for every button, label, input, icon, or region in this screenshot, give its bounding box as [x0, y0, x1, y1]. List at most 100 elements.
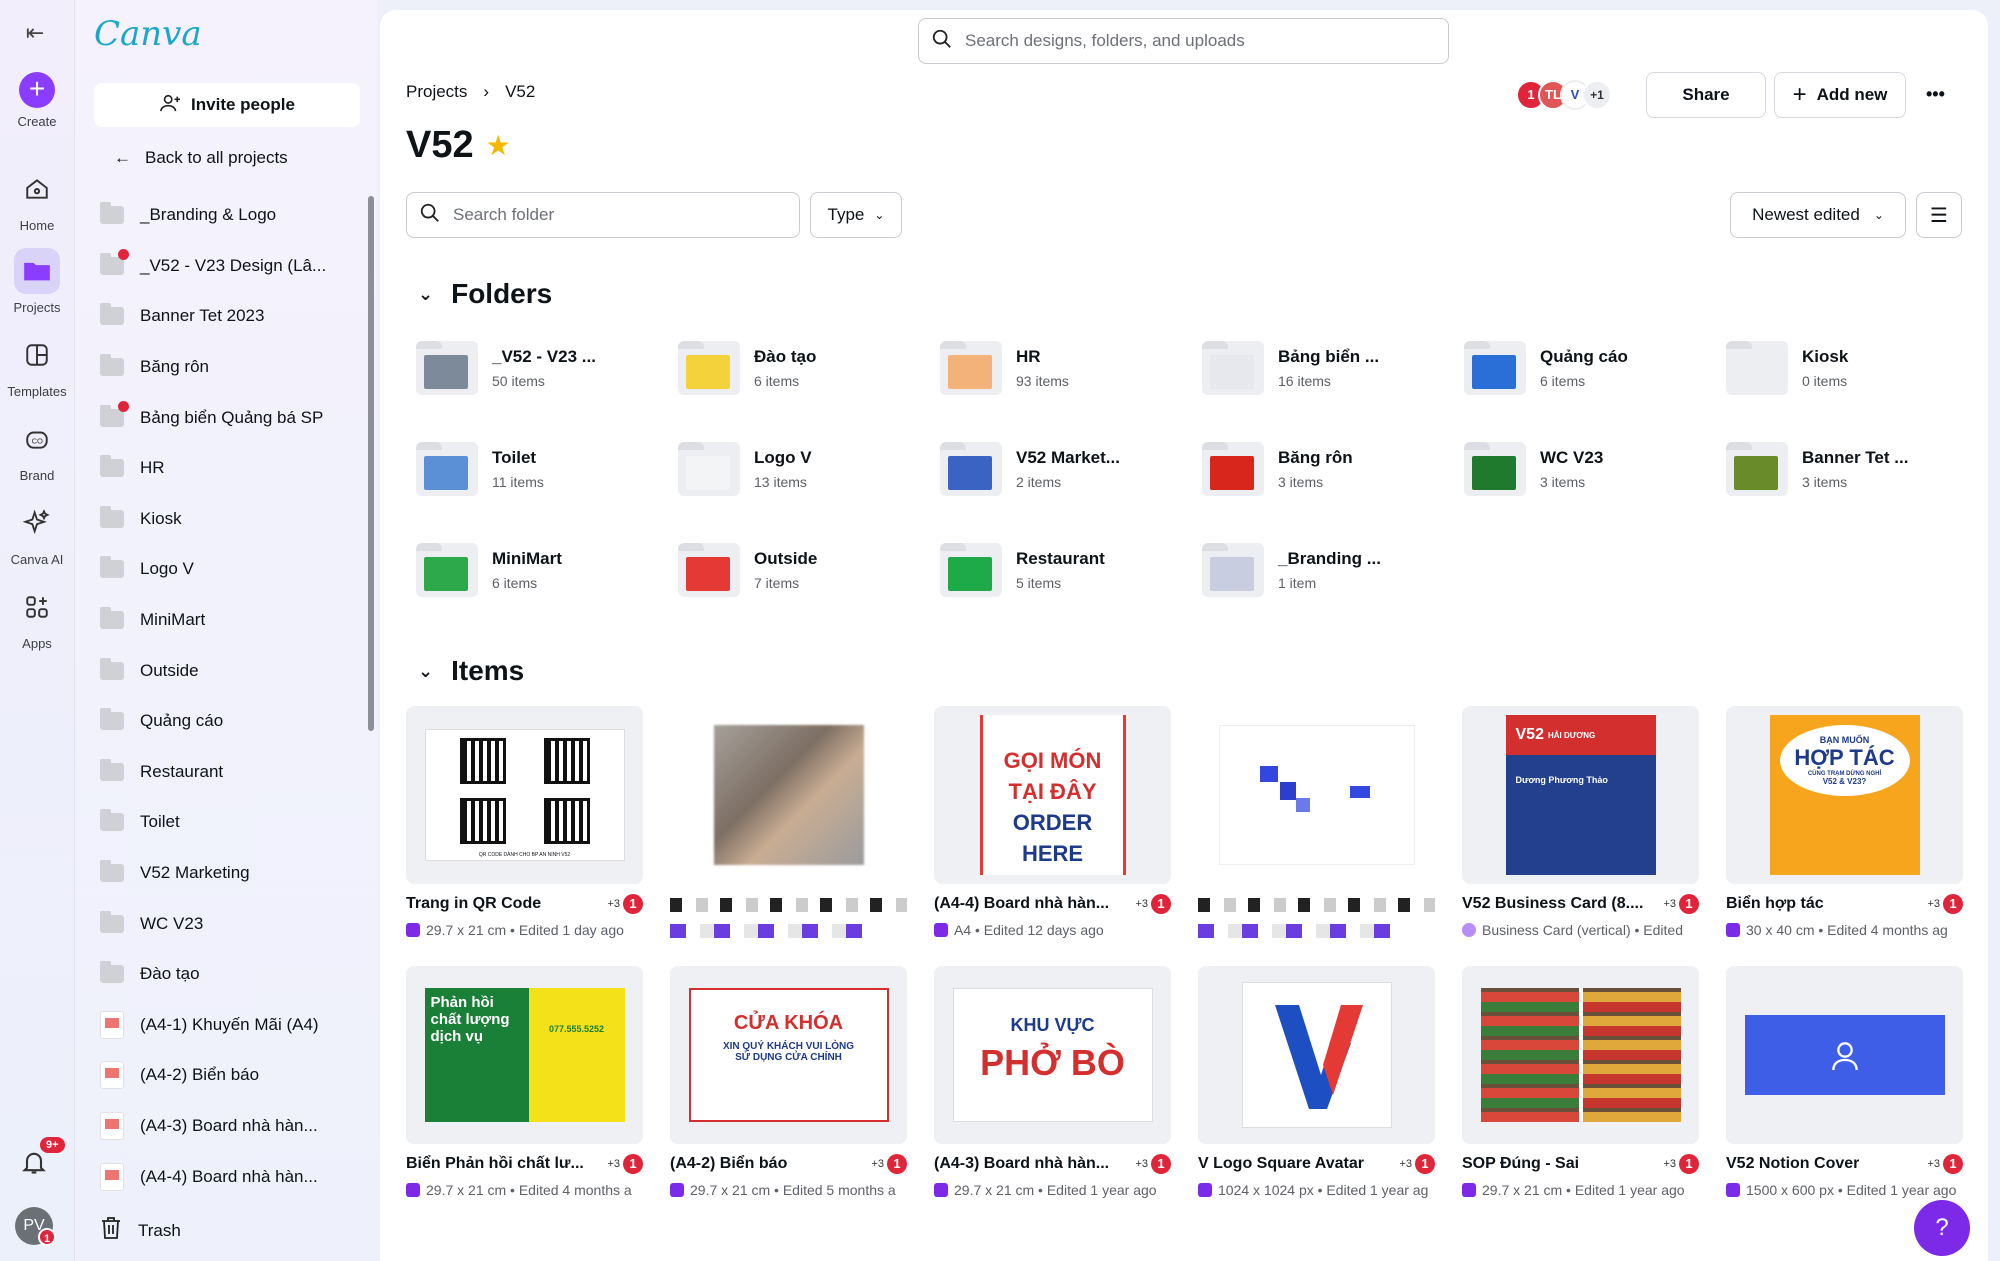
global-search-input[interactable]: Search designs, folders, and uploads — [918, 18, 1449, 64]
design-title-row: V Logo Square Avatar +3 1 — [1198, 1154, 1435, 1174]
rail-apps[interactable]: Apps — [0, 584, 74, 651]
folder-card[interactable]: V52 Market... 2 items — [940, 435, 1202, 503]
folder-card[interactable]: Logo V 13 items — [678, 435, 940, 503]
sidebar-project-item[interactable]: Banner Tet 2023 — [100, 291, 370, 342]
design-type-icon — [406, 923, 420, 937]
canva-logo[interactable]: Canva — [94, 14, 202, 54]
unread-dot — [118, 248, 129, 260]
folder-card[interactable]: Quảng cáo 6 items — [1464, 334, 1726, 402]
folder-search-input[interactable]: Search folder — [406, 192, 800, 238]
design-card[interactable]: Phản hồi chất lượng dịch vụ 077.555.5252 Biể… — [406, 966, 643, 1198]
folders-section-toggle[interactable]: ⌄ Folders — [418, 278, 552, 310]
sidebar-project-item[interactable]: (A4-3) Board nhà hàn... — [100, 1101, 370, 1152]
design-card[interactable]: KHU VỰC PHỞ BÒ (A4-3) Board nhà hàn... +3 1 2… — [934, 966, 1171, 1198]
sidebar-project-label: _Branding & Logo — [140, 205, 277, 225]
rail-projects[interactable]: Projects — [0, 248, 74, 315]
sidebar-project-item[interactable]: Restaurant — [100, 747, 370, 798]
folder-card[interactable]: Bảng biển ... 16 items — [1202, 334, 1464, 402]
folder-card[interactable]: Banner Tet ... 3 items — [1726, 435, 1988, 503]
design-card[interactable]: SOP Đúng - Sai +3 1 29.7 x 21 cm • Edited 1… — [1462, 966, 1699, 1198]
sidebar-project-item[interactable]: Logo V — [100, 544, 370, 595]
design-card[interactable]: CỬA KHÓA XIN QUÝ KHÁCH VUI LÒNG SỬ DỤNG CỬ… — [670, 966, 907, 1198]
sort-dropdown[interactable]: Newest edited ⌄ — [1730, 192, 1906, 238]
design-thumbnail[interactable]: KHU VỰC PHỞ BÒ — [934, 966, 1171, 1144]
design-card[interactable]: V52 Notion Cover +3 1 1500 x 600 px • Edite… — [1726, 966, 1963, 1198]
folder-card[interactable]: HR 93 items — [940, 334, 1202, 402]
design-thumbnail[interactable]: QR CODE DÀNH CHO BP AN NINH V52 — [406, 706, 643, 884]
folder-preview — [1734, 456, 1778, 490]
sidebar-project-item[interactable]: Kiosk — [100, 494, 370, 545]
folder-card[interactable]: WC V23 3 items — [1464, 435, 1726, 503]
share-button[interactable]: Share — [1646, 72, 1766, 118]
sidebar-project-item[interactable]: HR — [100, 443, 370, 494]
sidebar-project-item[interactable]: Outside — [100, 645, 370, 696]
folder-card[interactable]: MiniMart 6 items — [416, 536, 678, 604]
folder-icon — [14, 248, 60, 294]
design-thumbnail[interactable]: V52 HẢI DƯƠNG Dương Phương Thảo — [1462, 706, 1699, 884]
design-thumbnail[interactable] — [1462, 966, 1699, 1144]
design-card[interactable]: QR CODE DÀNH CHO BP AN NINH V52 Trang in … — [406, 706, 643, 938]
folder-card[interactable]: _Branding ... 1 item — [1202, 536, 1464, 604]
rail-canva-ai[interactable]: Canva AI — [0, 500, 74, 567]
help-button[interactable]: ? — [1914, 1200, 1970, 1256]
list-view-icon[interactable]: ☰ — [1916, 192, 1962, 238]
more-options-icon[interactable]: ••• — [1926, 84, 1945, 105]
folder-icon — [678, 543, 740, 597]
folder-card[interactable]: Kiosk 0 items — [1726, 334, 1988, 402]
sidebar-project-item[interactable]: MiniMart — [100, 595, 370, 646]
sidebar-project-item[interactable]: V52 Marketing — [100, 848, 370, 899]
folder-card[interactable]: Băng rôn 3 items — [1202, 435, 1464, 503]
sidebar-project-item[interactable]: Đào tạo — [100, 949, 370, 1000]
design-card[interactable]: V52 HẢI DƯƠNG Dương Phương Thảo V52 Busines… — [1462, 706, 1699, 938]
design-type-icon — [406, 1183, 420, 1197]
qr-code — [459, 798, 506, 844]
sidebar-project-item[interactable]: (A4-4) Board nhà hàn... — [100, 1151, 370, 1202]
folder-card[interactable]: Outside 7 items — [678, 536, 940, 604]
design-card[interactable]: BẠN MUỐN HỢP TÁC CÙNG TRẠM DỪNG NGHỈ V52 & … — [1726, 706, 1963, 938]
create-button[interactable]: + Create — [0, 72, 74, 129]
sidebar-toggle-icon[interactable]: ⇤ — [22, 20, 48, 46]
avatar: 1 — [1943, 894, 1963, 914]
design-thumbnail[interactable] — [670, 706, 907, 884]
rail-brand[interactable]: CO Brand — [0, 416, 74, 483]
trash-link[interactable]: Trash — [100, 1216, 181, 1245]
design-card[interactable]: GỌI MÓN TẠI ĐÂY ORDER HERE (A4-4) Board nhà … — [934, 706, 1171, 938]
sidebar-project-item[interactable]: _V52 - V23 Design (Lâ... — [100, 241, 370, 292]
design-thumbnail[interactable] — [1198, 706, 1435, 884]
items-section-toggle[interactable]: ⌄ Items — [418, 655, 524, 687]
sidebar-project-item[interactable]: Bảng biển Quảng bá SP — [100, 392, 370, 443]
sidebar-project-item[interactable]: Toilet — [100, 797, 370, 848]
design-card[interactable] — [670, 706, 907, 938]
folder-count: 16 items — [1278, 373, 1331, 389]
rail-templates[interactable]: Templates — [0, 332, 74, 399]
folder-card[interactable]: Đào tạo 6 items — [678, 334, 940, 402]
sidebar-project-item[interactable]: Băng rôn — [100, 342, 370, 393]
type-filter-dropdown[interactable]: Type ⌄ — [810, 192, 902, 238]
rail-home[interactable]: Home — [0, 166, 74, 233]
trash-label: Trash — [138, 1220, 181, 1240]
design-thumbnail[interactable] — [1198, 966, 1435, 1144]
design-thumbnail[interactable]: GỌI MÓN TẠI ĐÂY ORDER HERE — [934, 706, 1171, 884]
breadcrumb-projects[interactable]: Projects — [406, 82, 467, 102]
sidebar-project-item[interactable]: (A4-2) Biển báo — [100, 1050, 370, 1101]
back-to-projects-link[interactable]: ← Back to all projects — [114, 148, 288, 168]
sidebar-project-item[interactable]: Quảng cáo — [100, 696, 370, 747]
sidebar-scrollbar[interactable] — [368, 196, 374, 731]
folder-card[interactable]: _V52 - V23 ... 50 items — [416, 334, 678, 402]
invite-people-button[interactable]: Invite people — [94, 83, 360, 127]
design-thumbnail[interactable]: BẠN MUỐN HỢP TÁC CÙNG TRẠM DỪNG NGHỈ V52 & … — [1726, 706, 1963, 884]
sidebar-project-item[interactable]: _Branding & Logo — [100, 190, 370, 241]
folder-card[interactable]: Restaurant 5 items — [940, 536, 1202, 604]
star-icon[interactable]: ★ — [486, 129, 511, 162]
bell-icon[interactable] — [20, 1148, 48, 1183]
sidebar-project-item[interactable]: WC V23 — [100, 898, 370, 949]
design-card[interactable] — [1198, 706, 1435, 938]
sidebar-project-item[interactable]: (A4-1) Khuyến Mãi (A4) — [100, 1000, 370, 1051]
design-thumbnail[interactable]: CỬA KHÓA XIN QUÝ KHÁCH VUI LÒNG SỬ DỤNG CỬ… — [670, 966, 907, 1144]
design-thumbnail[interactable]: Phản hồi chất lượng dịch vụ 077.555.5252 — [406, 966, 643, 1144]
add-new-button[interactable]: + Add new — [1774, 72, 1906, 118]
design-card[interactable]: V Logo Square Avatar +3 1 1024 x 1024 px • … — [1198, 966, 1435, 1198]
collaborator-avatars[interactable]: 1 TL V +1 — [1516, 80, 1612, 110]
folder-card[interactable]: Toilet 11 items — [416, 435, 678, 503]
design-thumbnail[interactable] — [1726, 966, 1963, 1144]
